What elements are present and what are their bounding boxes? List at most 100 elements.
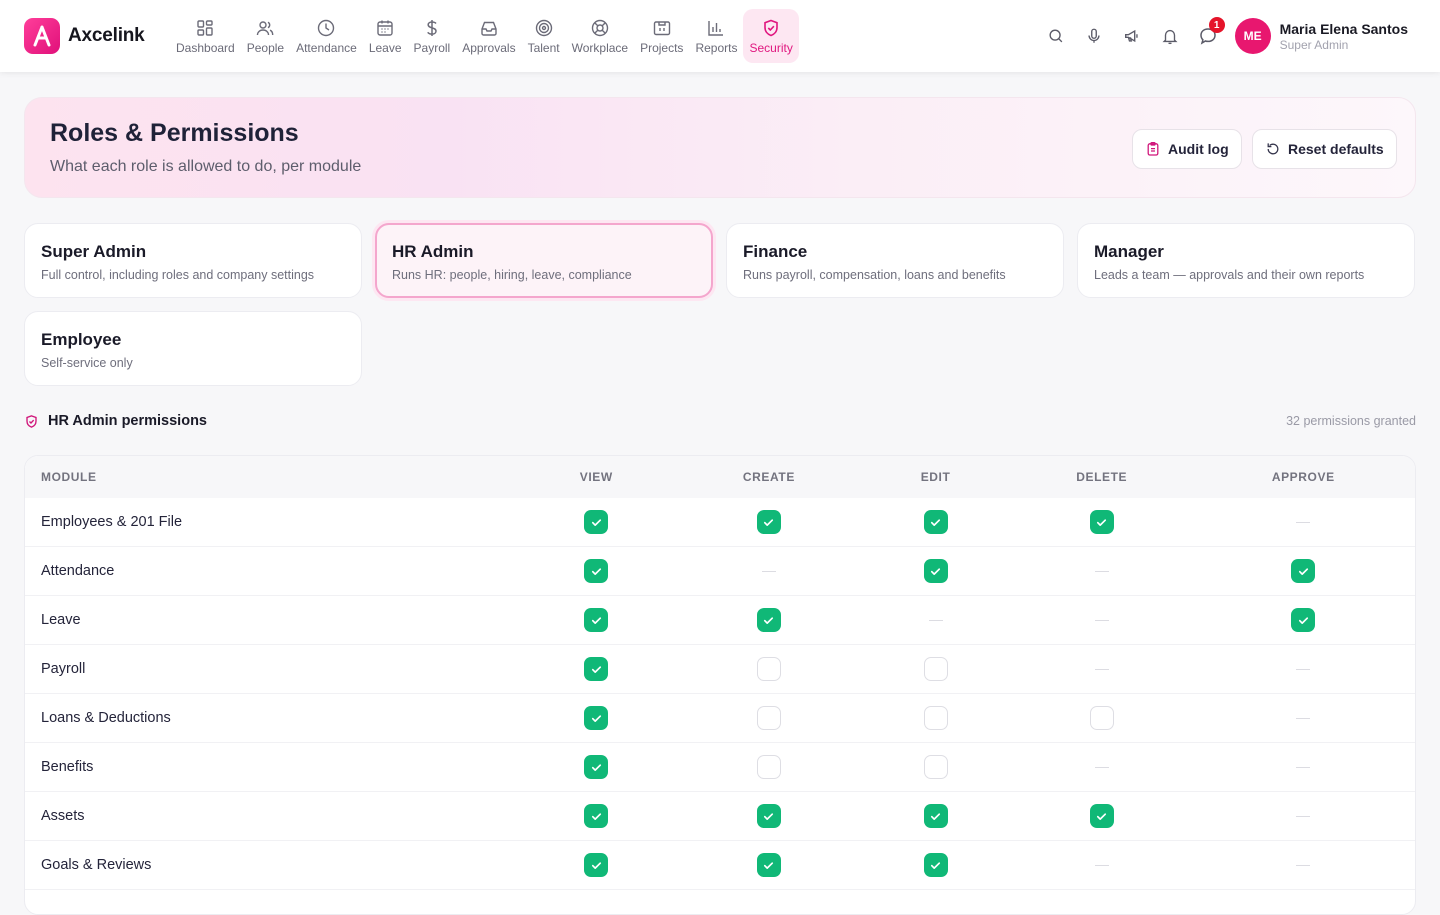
permission-checkbox-checked[interactable] (584, 706, 609, 730)
nav-people[interactable]: People (241, 9, 290, 63)
role-title: HR Admin (392, 242, 474, 261)
permission-cell-approve (1192, 815, 1416, 817)
not-applicable-dash (761, 570, 776, 572)
permission-checkbox-checked[interactable] (923, 804, 948, 828)
avatar[interactable]: ME (1234, 18, 1271, 54)
reset-defaults-label: Reset defaults (1288, 141, 1384, 157)
permission-cell-create (679, 755, 860, 779)
permission-cell-create (679, 608, 860, 632)
nav-payroll[interactable]: Payroll (408, 9, 457, 63)
check-icon (764, 812, 774, 820)
permission-checkbox-checked[interactable] (756, 853, 781, 877)
column-header-approve: APPROVE (1271, 470, 1335, 484)
permission-checkbox-checked[interactable] (923, 559, 948, 583)
permission-checkbox-checked[interactable] (584, 657, 609, 681)
not-applicable-dash (1296, 717, 1311, 719)
nav-leave[interactable]: Leave (363, 9, 408, 63)
permission-checkbox-unchecked[interactable] (923, 706, 948, 730)
permission-checkbox-checked[interactable] (1089, 510, 1114, 534)
nav-attendance[interactable]: Attendance (290, 9, 363, 63)
not-applicable-dash (1094, 766, 1109, 768)
brand[interactable]: Axcelink (24, 18, 170, 54)
permission-checkbox-checked[interactable] (584, 755, 609, 779)
permission-checkbox-checked[interactable] (1291, 608, 1316, 632)
table-row: Benefits (25, 743, 1415, 792)
permission-cell-create (679, 853, 860, 877)
permission-checkbox-checked[interactable] (1291, 559, 1316, 583)
role-card-manager[interactable]: Manager Leads a team — approvals and the… (1077, 223, 1415, 298)
table-row: Attendance (25, 547, 1415, 596)
role-card-finance[interactable]: Finance Runs payroll, compensation, loan… (726, 223, 1064, 298)
check-icon (764, 616, 774, 624)
check-icon (930, 518, 941, 526)
permission-cell-view (514, 559, 679, 583)
brand-name: Axcelink (68, 25, 145, 46)
notifications-button[interactable] (1151, 17, 1189, 55)
voice-button[interactable] (1075, 17, 1113, 55)
permission-checkbox-checked[interactable] (923, 853, 948, 877)
check-icon (930, 812, 941, 820)
permission-checkbox-checked[interactable] (1089, 804, 1114, 828)
permission-checkbox-checked[interactable] (584, 804, 609, 828)
permission-cell-create (679, 510, 860, 534)
nav-label: Leave (368, 40, 402, 55)
module-name: Benefits (41, 759, 94, 775)
dollar-icon (426, 19, 437, 36)
permission-cell-approve (1192, 559, 1416, 583)
calendar-icon (377, 20, 393, 36)
reset-defaults-button[interactable]: Reset defaults (1252, 129, 1397, 169)
nav-approvals[interactable]: Approvals (456, 9, 521, 63)
role-title: Manager (1094, 242, 1164, 261)
permission-cell-delete (1012, 864, 1192, 866)
permission-cell-delete (1012, 510, 1192, 534)
nav-talent[interactable]: Talent (522, 9, 566, 63)
user-info[interactable]: Maria Elena Santos Super Admin (1280, 21, 1408, 52)
permission-checkbox-checked[interactable] (584, 853, 609, 877)
bell-icon (1162, 29, 1178, 45)
search-button[interactable] (1037, 17, 1075, 55)
permission-checkbox-unchecked[interactable] (1089, 706, 1114, 730)
target-icon (535, 19, 552, 36)
permission-checkbox-checked[interactable] (756, 608, 781, 632)
role-title: Finance (743, 242, 808, 261)
permission-checkbox-checked[interactable] (584, 510, 609, 534)
permission-checkbox-unchecked[interactable] (756, 657, 781, 681)
permission-checkbox-unchecked[interactable] (756, 706, 781, 730)
announcements-button[interactable] (1113, 17, 1151, 55)
folder-icon (653, 20, 670, 35)
permission-checkbox-checked[interactable] (923, 510, 948, 534)
page-header: Roles & Permissions What each role is al… (24, 97, 1416, 198)
permission-checkbox-unchecked[interactable] (923, 657, 948, 681)
permission-checkbox-checked[interactable] (756, 804, 781, 828)
module-name: Leave (41, 612, 81, 628)
table-row: Goals & Reviews (25, 841, 1415, 890)
nav-label: Attendance (296, 40, 357, 55)
column-header-create: CREATE (742, 470, 795, 484)
permission-checkbox-checked[interactable] (584, 559, 609, 583)
nav-dashboard[interactable]: Dashboard (170, 9, 241, 63)
permission-checkbox-checked[interactable] (584, 608, 609, 632)
role-card-super-admin[interactable]: Super Admin Full control, including role… (24, 223, 362, 298)
check-icon (591, 665, 601, 673)
audit-log-button[interactable]: Audit log (1132, 129, 1242, 169)
not-applicable-dash (928, 619, 943, 621)
nav-reports[interactable]: Reports (689, 9, 743, 63)
column-header-module: MODULE (41, 470, 97, 484)
messages-button[interactable]: 1 (1189, 17, 1227, 55)
role-card-hr-admin[interactable]: HR Admin Runs HR: people, hiring, leave,… (375, 223, 713, 298)
check-icon (591, 812, 601, 820)
permission-checkbox-unchecked[interactable] (923, 755, 948, 779)
nav-workplace[interactable]: Workplace (566, 9, 634, 63)
nav-security[interactable]: Security (743, 9, 799, 63)
permissions-section-header: HR Admin permissions 32 permissions gran… (24, 410, 1416, 432)
not-applicable-dash (1296, 521, 1311, 523)
check-icon (930, 861, 941, 869)
section-title: HR Admin permissions (48, 413, 207, 429)
table-header: MODULE VIEW CREATE EDIT DELETE APPROVE (25, 456, 1415, 498)
permission-checkbox-checked[interactable] (756, 510, 781, 534)
module-name: Employees & 201 File (41, 514, 183, 530)
role-card-employee[interactable]: Employee Self-service only (24, 311, 362, 386)
permission-checkbox-unchecked[interactable] (756, 755, 781, 779)
check-icon (591, 567, 601, 575)
nav-projects[interactable]: Projects (634, 9, 689, 63)
